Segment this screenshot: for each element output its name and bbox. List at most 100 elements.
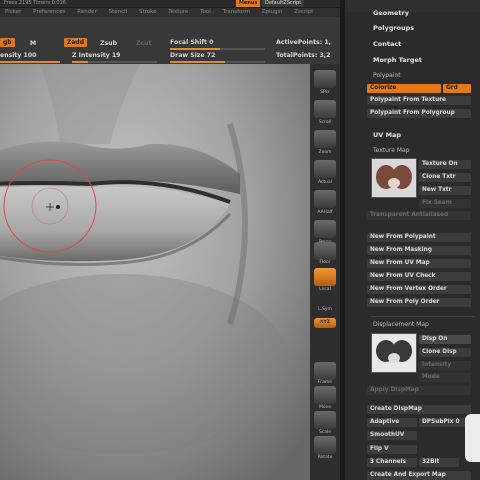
title-bar: Frees 2195 Timers 0.016 Menus DefaultZSc… <box>0 0 345 7</box>
menu-stroke[interactable]: Stroke <box>139 9 157 15</box>
disp-on-button[interactable]: Disp On <box>419 335 471 344</box>
texture-preview-icon <box>372 159 416 197</box>
displacement-thumbnail[interactable] <box>371 333 417 373</box>
sculpt-viewport[interactable] <box>0 64 310 480</box>
menu-picker[interactable]: Picker <box>5 9 21 15</box>
texture-thumbnail[interactable] <box>371 158 417 198</box>
new-from-poly-order-button[interactable]: New From Poly Order <box>367 298 471 307</box>
active-points: ActivePoints: 1, <box>276 39 332 46</box>
default-script-button[interactable]: DefaultZScript <box>262 0 305 7</box>
local-label: Local <box>319 287 331 292</box>
new-from-uv-map-button[interactable]: New From UV Map <box>367 259 471 268</box>
menu-texture[interactable]: Texture <box>168 9 188 15</box>
total-points: TotalPoints: 3,2 <box>276 52 331 59</box>
clone-txtr-button[interactable]: Clone Txtr <box>419 173 471 182</box>
menu-transform[interactable]: Transform <box>223 9 250 15</box>
transparent-antialiased-toggle[interactable]: Transparent Antialiased <box>367 211 471 220</box>
menu-render[interactable]: Render <box>77 9 97 15</box>
frame-label: Frame <box>317 380 333 385</box>
displacement-map-section-title[interactable]: Displacement Map <box>373 321 429 328</box>
scale-label: Scale <box>318 430 332 435</box>
texture-on-button[interactable]: Texture On <box>419 160 471 169</box>
geometry-section[interactable]: Geometry <box>373 9 409 17</box>
actual-icon[interactable] <box>314 160 336 178</box>
new-from-polypaint-button[interactable]: New From Polypaint <box>367 233 471 242</box>
focal-shift-slider-label[interactable]: Focal Shift 0 <box>170 39 213 46</box>
new-txtr-button[interactable]: New Txtr <box>419 186 471 195</box>
z-intensity-slider[interactable] <box>72 61 157 63</box>
polygroups-section[interactable]: Polygroups <box>373 24 414 32</box>
move-icon[interactable] <box>314 386 336 404</box>
scroll-icon[interactable] <box>314 100 336 118</box>
rotate-icon[interactable] <box>314 436 336 454</box>
menu-zplugin[interactable]: Zplugin <box>262 9 283 15</box>
new-from-masking-button[interactable]: New From Masking <box>367 246 471 255</box>
dpsubpix-slider[interactable]: DPSubPix 0 <box>419 418 471 427</box>
create-dispmap-button[interactable]: Create DispMap <box>367 405 471 414</box>
top-shelf: gb M Zadd Zsub Zcut Focal Shift 0 Active… <box>0 17 345 64</box>
new-from-uv-check-button[interactable]: New From UV Check <box>367 272 471 281</box>
bit-depth-toggle[interactable]: 32Bit <box>419 458 459 467</box>
new-from-vertex-order-button[interactable]: New From Vertex Order <box>367 285 471 294</box>
zsub-toggle[interactable]: Zsub <box>100 40 117 47</box>
menu-zscript[interactable]: Zscript <box>294 9 313 15</box>
flip-v-toggle[interactable]: Flip V <box>367 445 417 454</box>
apply-dispmap-button[interactable]: Apply DispMap <box>367 386 471 395</box>
lsym-label[interactable]: L.Sym <box>310 307 340 312</box>
z-intensity-slider-label[interactable]: Z Intensity 19 <box>72 52 120 59</box>
draw-size-slider[interactable] <box>170 61 265 63</box>
local-icon[interactable] <box>314 268 336 286</box>
fix-seam-button[interactable]: Fix Seam <box>419 199 471 208</box>
aahalf-icon[interactable] <box>314 190 336 208</box>
create-and-export-map-button[interactable]: Create And Export Map <box>367 471 471 480</box>
mode-toggle[interactable]: Mode <box>419 373 471 382</box>
tool-palette: Geometry Polygroups Contact Morph Target… <box>345 0 480 480</box>
morph-target-section[interactable]: Morph Target <box>373 56 422 64</box>
floor-icon[interactable] <box>314 242 336 260</box>
polypaint-from-texture-button[interactable]: Polypaint From Texture <box>367 96 471 105</box>
zoom-icon[interactable] <box>314 130 336 148</box>
rgb-toggle[interactable]: gb <box>0 38 15 47</box>
menu-preferences[interactable]: Preferences <box>33 9 65 15</box>
menu-bar: Picker Preferences Render Stencil Stroke… <box>0 8 345 17</box>
section-divider <box>371 316 475 317</box>
colorize-button[interactable]: Colorize <box>367 84 441 93</box>
contact-section[interactable]: Contact <box>373 40 401 48</box>
menu-tool[interactable]: Tool <box>200 9 211 15</box>
menus-button[interactable]: Menus <box>236 0 261 7</box>
channels-toggle[interactable]: 3 Channels <box>367 458 417 467</box>
zadd-toggle[interactable]: Zadd <box>64 38 87 47</box>
rgb-intensity-slider[interactable] <box>0 61 60 63</box>
uv-map-section[interactable]: UV Map <box>373 131 401 139</box>
rotate-label: Rotate <box>317 455 333 460</box>
scroll-handle[interactable] <box>465 414 480 462</box>
polypaint-section-title[interactable]: Polypaint <box>373 72 401 79</box>
lips-sculpt <box>0 64 310 480</box>
spix-icon[interactable] <box>314 70 336 88</box>
intensity-slider[interactable]: Intensity <box>419 361 471 370</box>
rgb-intensity-slider-label[interactable]: ensity 100 <box>0 52 36 59</box>
focal-shift-slider[interactable] <box>170 48 265 50</box>
zoom-label: Zoom <box>318 150 332 155</box>
xyz-label: XYZ <box>320 320 330 325</box>
texture-map-section-title[interactable]: Texture Map <box>373 147 410 154</box>
scale-icon[interactable] <box>314 411 336 429</box>
polypaint-from-polygroup-button[interactable]: Polypaint From Polygroup <box>367 109 471 118</box>
displacement-preview-icon <box>372 334 416 372</box>
frame-icon[interactable] <box>314 362 336 380</box>
floor-label: Floor <box>319 260 331 265</box>
move-label: Move <box>318 405 332 410</box>
grd-button[interactable]: Grd <box>443 84 471 93</box>
menu-stencil[interactable]: Stencil <box>109 9 128 15</box>
clone-disp-button[interactable]: Clone Disp <box>419 348 471 357</box>
title-stats: Frees 2195 Timers 0.016 <box>4 0 66 6</box>
zcut-toggle[interactable]: Zcut <box>136 40 152 47</box>
adaptive-toggle[interactable]: Adaptive <box>367 418 417 427</box>
right-tool-strip: SPix Scroll Zoom Actual AAHalf Persp Flo… <box>310 64 340 480</box>
spix-label: SPix <box>320 90 330 95</box>
m-toggle[interactable]: M <box>30 40 36 47</box>
draw-size-slider-label[interactable]: Draw Size 72 <box>170 52 215 59</box>
persp-icon[interactable] <box>314 220 336 238</box>
smoothuv-toggle[interactable]: SmoothUV <box>367 431 417 440</box>
palette-top-bar <box>345 0 480 12</box>
